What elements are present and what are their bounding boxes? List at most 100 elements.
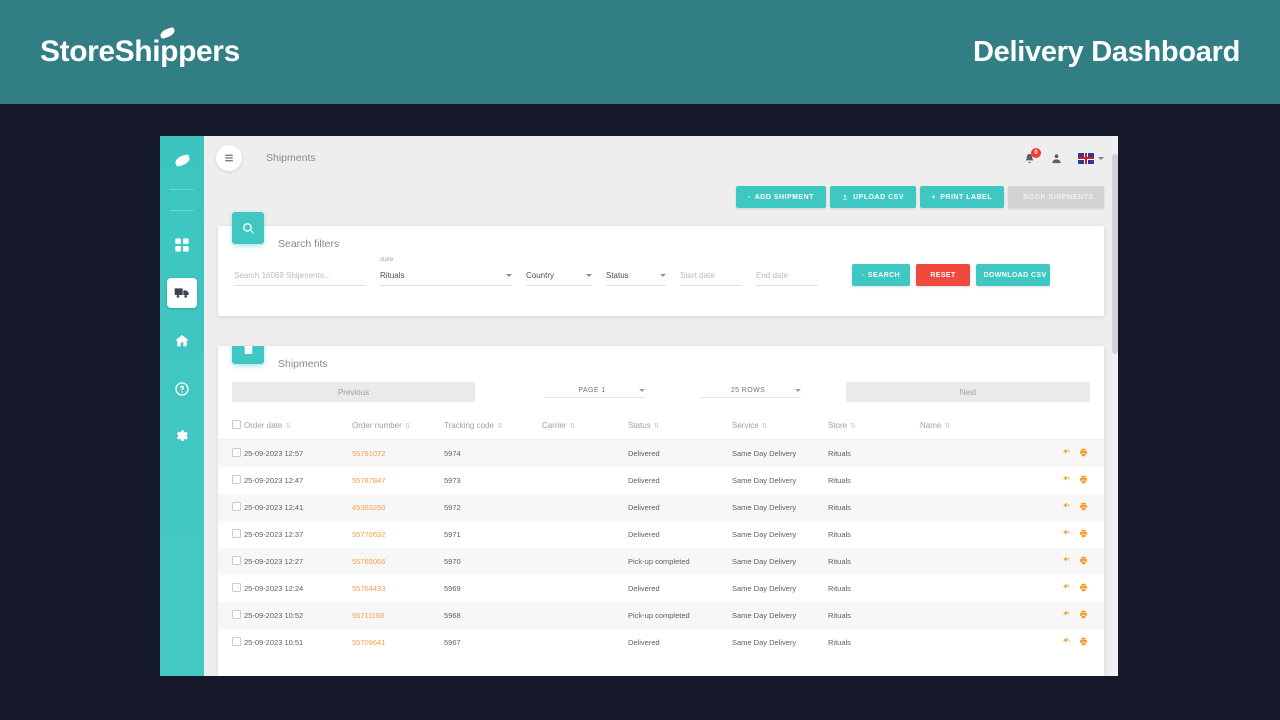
return-arrow-icon[interactable] [1062,502,1071,511]
table-row[interactable]: 25-09-2023 12:24 55764433 5969 Delivered Sam… [218,575,1104,602]
end-date-input[interactable] [756,268,818,286]
download-csv-button[interactable]: DOWNLOAD CSV [976,264,1050,286]
column-header-status[interactable]: Status ⇅ [628,414,732,440]
row-checkbox[interactable] [232,583,241,592]
sidebar-item-home[interactable] [167,326,197,356]
menu-toggle-button[interactable] [216,145,242,171]
order-number-link[interactable]: 55770692 [352,530,385,539]
table-row[interactable]: 25-09-2023 12:37 55770692 5971 Delivered Sam… [218,521,1104,548]
cell-actions [1016,548,1104,575]
column-header-tracking-code[interactable]: Tracking code ⇅ [444,414,542,440]
sidebar-item-dashboard[interactable] [167,230,197,260]
rows-per-page-select[interactable]: 25 ROWS [701,387,801,398]
next-page-button[interactable]: Next [846,382,1090,402]
search-button[interactable]: SEARCH [852,264,910,286]
row-checkbox[interactable] [232,637,241,646]
country-select[interactable]: Country [526,268,592,286]
printer-icon[interactable] [1079,448,1088,457]
row-checkbox[interactable] [232,475,241,484]
add-shipment-button[interactable]: ADD SHIPMENT [736,186,826,208]
order-number-link[interactable]: 55764433 [352,584,385,593]
table-row[interactable]: 25-09-2023 12:41 45363260 5972 Delivered Sam… [218,494,1104,521]
table-row[interactable]: 25-09-2023 10:51 55709641 5967 Delivered Sam… [218,629,1104,656]
sidebar-logo-leaf-icon[interactable] [173,153,191,168]
order-number-link[interactable]: 55787847 [352,476,385,485]
primary-actions-row: ADD SHIPMENT UPLOAD CSV PRINT LABEL BOOK… [204,186,1118,208]
add-shipment-label: ADD SHIPMENT [754,193,814,201]
cell-name [920,602,1016,629]
sidebar-item-help[interactable] [167,374,197,404]
book-shipments-button[interactable]: BOOK SHIPMENTS [1008,186,1104,208]
order-number-link[interactable]: 55765066 [352,557,385,566]
notifications-button[interactable]: 0 [1024,147,1041,164]
sort-icon: ⇅ [404,423,411,430]
cell-name [920,575,1016,602]
printer-icon[interactable] [1079,502,1088,511]
sort-icon: ⇅ [285,423,292,430]
row-checkbox[interactable] [232,529,241,538]
column-header-store[interactable]: Store ⇅ [828,414,920,440]
row-checkbox[interactable] [232,610,241,619]
filter-buttons: SEARCH RESET DOWNLOAD CSV [852,264,1050,286]
row-checkbox[interactable] [232,502,241,511]
cell-service: Same Day Delivery [732,557,797,566]
printer-icon[interactable] [1079,556,1088,565]
column-header-carrier[interactable]: Carrier ⇅ [542,414,628,440]
scrollbar-track[interactable] [1112,136,1118,676]
order-number-link[interactable]: 55709641 [352,638,385,647]
table-row[interactable]: 25-09-2023 12:57 55791072 5974 Delivered Sam… [218,439,1104,467]
sort-icon: ⇅ [944,423,951,430]
cell-order-number: 55709641 [352,629,444,656]
return-arrow-icon[interactable] [1062,583,1071,592]
sidebar-item-settings[interactable] [167,422,197,452]
return-arrow-icon[interactable] [1062,556,1071,565]
order-number-link[interactable]: 55791072 [352,449,385,458]
upload-csv-button[interactable]: UPLOAD CSV [830,186,916,208]
page-select[interactable]: PAGE 1 [545,387,645,398]
cell-store: Rituals [828,449,851,458]
return-arrow-icon[interactable] [1062,529,1071,538]
order-number-link[interactable]: 55711168 [352,611,384,620]
sidebar-item-shipments[interactable] [167,278,197,308]
sidebar [160,136,204,676]
search-input[interactable] [234,268,366,286]
user-profile-button[interactable] [1051,153,1062,164]
cell-name [920,494,1016,521]
print-label-button[interactable]: PRINT LABEL [920,186,1004,208]
column-header-name[interactable]: Name ⇅ [920,414,1016,440]
country-select-value: Country [526,271,555,280]
table-row[interactable]: 25-09-2023 12:27 55765066 5970 Pick-up comp… [218,548,1104,575]
cell-order-date: 25-09-2023 12:37 [244,530,304,539]
scrollbar-thumb[interactable] [1112,154,1118,354]
printer-icon[interactable] [1079,610,1088,619]
language-selector[interactable] [1078,152,1104,164]
column-header-order-date[interactable]: Order date ⇅ [244,414,352,440]
table-row[interactable]: 25-09-2023 10:52 55711168 5968 Pick-up comp… [218,602,1104,629]
return-arrow-icon[interactable] [1062,637,1071,646]
row-select-cell [218,575,244,602]
column-header-order-number[interactable]: Order number ⇅ [352,414,444,440]
printer-icon[interactable] [1079,475,1088,484]
row-checkbox[interactable] [232,448,241,457]
table-row[interactable]: 25-09-2023 12:47 55787847 5973 Delivered Sam… [218,467,1104,494]
order-number-link[interactable]: 45363260 [352,503,385,512]
cell-tracking-code: 5974 [444,449,461,458]
start-date-input[interactable] [680,268,742,286]
printer-icon[interactable] [1079,529,1088,538]
return-arrow-icon[interactable] [1062,610,1071,619]
return-arrow-icon[interactable] [1062,448,1071,457]
select-all-checkbox[interactable] [232,420,241,429]
store-select[interactable]: Rituals [380,268,512,286]
cell-status: Delivered [628,503,660,512]
topbar-title: Shipments [266,152,316,164]
shipments-table: Order date ⇅ Order number ⇅ Tracking code ⇅… [218,414,1104,656]
notification-badge: 0 [1031,147,1041,158]
reset-button[interactable]: RESET [916,264,970,286]
printer-icon[interactable] [1079,637,1088,646]
printer-icon[interactable] [1079,583,1088,592]
return-arrow-icon[interactable] [1062,475,1071,484]
status-select[interactable]: Status [606,268,666,286]
row-checkbox[interactable] [232,556,241,565]
column-header-service[interactable]: Service ⇅ [732,414,828,440]
previous-page-button[interactable]: Previous [232,382,475,402]
